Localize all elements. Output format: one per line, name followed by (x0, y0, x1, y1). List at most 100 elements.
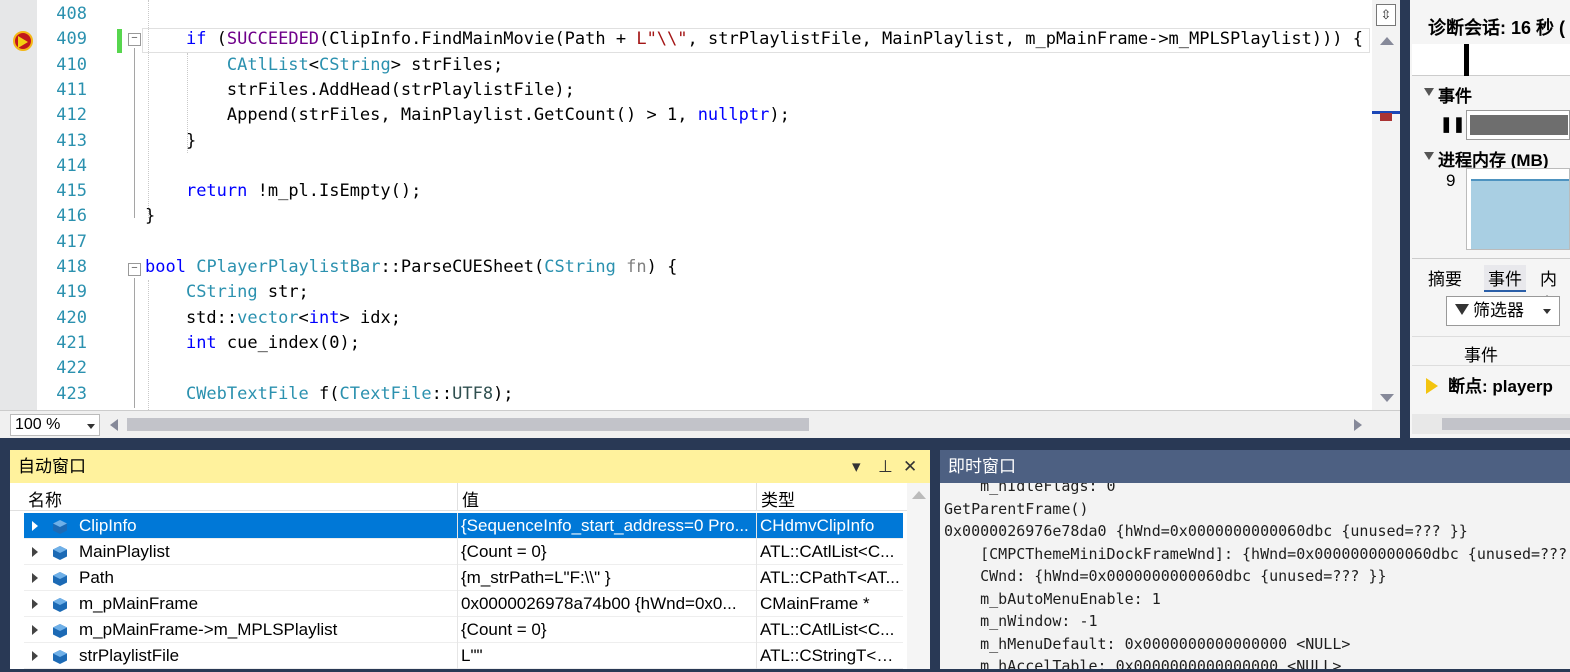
autos-row[interactable]: ClipInfo {SequenceInfo_start_address=0 Pr… (24, 513, 903, 539)
variable-value[interactable]: {SequenceInfo_start_address=0 Pro... (461, 513, 756, 538)
scroll-down-icon[interactable] (1380, 394, 1394, 402)
horizontal-scrollbar[interactable] (1412, 414, 1570, 434)
window-position-icon[interactable]: ▾ (852, 450, 861, 483)
variable-name: m_pMainFrame->m_MPLSPlaylist (79, 620, 338, 639)
scroll-left-icon[interactable] (110, 419, 118, 431)
code-editor[interactable]: 408 409 410 411 412 413 414 415 416 417 418 419 420 4… (0, 0, 1400, 438)
collapse-icon[interactable]: − (128, 263, 141, 276)
code-line[interactable]: CAtlList<CString> strFiles; (145, 53, 503, 78)
code-line[interactable]: CString str; (145, 280, 309, 305)
outline-line (134, 48, 135, 218)
column-header-type[interactable]: 类型 (761, 486, 795, 511)
code-line[interactable]: Append(strFiles, MainPlaylist.GetCount()… (145, 103, 790, 128)
expand-arrow-icon[interactable] (32, 599, 38, 609)
expand-arrow-icon[interactable] (32, 573, 38, 583)
zoom-dropdown[interactable]: 100 % (10, 414, 100, 436)
variable-object-icon (52, 569, 68, 586)
variable-value[interactable]: {m_strPath=L"F:\\" } (461, 565, 756, 590)
expand-arrow-icon[interactable] (32, 547, 38, 557)
zoom-value: 100 % (15, 416, 61, 433)
close-icon[interactable]: ✕ (903, 450, 917, 483)
code-line[interactable]: CWebTextFile f(CTextFile::UTF8); (145, 382, 514, 407)
autos-row[interactable]: MainPlaylist {Count = 0} ATL::CAtlList<C..… (24, 539, 903, 565)
code-line[interactable]: std::vector<int> idx; (145, 306, 401, 331)
autos-title-bar: 自动窗口 ▾ ⊥ ✕ (10, 450, 930, 483)
expand-arrow-icon[interactable] (32, 651, 38, 661)
variable-value[interactable]: L"" (461, 643, 756, 668)
autos-row[interactable]: m_pMainFrame 0x0000026978a74b00 {hWnd=0x0… (24, 591, 903, 617)
timeline-marker (1464, 44, 1469, 76)
code-line[interactable]: } (145, 129, 196, 154)
line-number: 414 (56, 155, 87, 176)
variable-type: CHdmvClipInfo (760, 516, 875, 535)
autos-row[interactable]: m_pMainFrame->m_MPLSPlaylist {Count = 0} A… (24, 617, 903, 643)
tab-summary[interactable]: 摘要 (1428, 265, 1462, 290)
code-line[interactable]: int cue_index(0); (145, 331, 360, 356)
line-number: 408 (56, 4, 87, 24)
immediate-title: 即时窗口 (948, 457, 1016, 476)
line-number: 410 (56, 54, 87, 75)
variable-value[interactable]: {Count = 0} (461, 617, 756, 642)
diagnostic-tools-panel: 诊断会话: 16 秒 ( 事件 ❚❚ 进程内存 (MB) 9 摘要 事件 内存 … (1410, 0, 1570, 438)
pin-icon[interactable]: ⊥ (878, 450, 893, 483)
scroll-right-icon[interactable] (1354, 419, 1362, 431)
code-line[interactable]: if (SUCCEEDED(ClipInfo.FindMainMovie(Pat… (145, 27, 1363, 52)
line-number: 420 (56, 307, 87, 328)
code-line[interactable]: return !m_pl.IsEmpty(); (145, 179, 421, 204)
collapse-triangle-icon[interactable] (1424, 152, 1434, 160)
events-track (1466, 110, 1570, 140)
variable-name: MainPlaylist (79, 542, 170, 561)
indicator-margin[interactable] (0, 0, 37, 410)
variable-object-icon (52, 647, 68, 664)
horizontal-scrollbar[interactable]: 100 % (0, 410, 1400, 438)
scroll-thumb[interactable] (127, 418, 809, 431)
variable-object-icon (52, 517, 68, 534)
line-number: 412 (56, 105, 87, 126)
scroll-up-icon[interactable] (912, 491, 926, 499)
vertical-scrollbar[interactable] (907, 483, 930, 669)
tab-events[interactable]: 事件 (1484, 265, 1526, 292)
collapse-triangle-icon[interactable] (1424, 88, 1434, 96)
pause-icon[interactable]: ❚❚ (1440, 115, 1465, 133)
variable-object-icon (52, 543, 68, 560)
code-line[interactable]: bool CPlayerPlaylistBar::ParseCUESheet(C… (145, 255, 677, 280)
expand-arrow-icon[interactable] (32, 625, 38, 635)
chevron-down-icon (1543, 309, 1551, 314)
vertical-scrollbar[interactable]: ⇳ (1372, 0, 1400, 410)
line-number: 422 (56, 358, 87, 379)
variable-value[interactable]: {Count = 0} (461, 539, 756, 564)
session-duration: 诊断会话: 16 秒 ( (1428, 18, 1566, 38)
immediate-line: CWnd: {hWnd=0x0000000000060dbc {unused=?… (944, 567, 1387, 585)
outline-line (134, 278, 135, 408)
code-text-area[interactable]: if (SUCCEEDED(ClipInfo.FindMainMovie(Pat… (145, 0, 1370, 410)
immediate-output[interactable]: m_nIdleFlags: 0 GetParentFrame() 0x0000026… (940, 483, 1570, 669)
scroll-thumb[interactable] (1442, 418, 1570, 430)
autos-row[interactable]: strPlaylistFile L"" ATL::CStringT<w... (24, 643, 903, 669)
breakpoint-arrow-icon (1426, 378, 1438, 394)
variable-name: ClipInfo (79, 516, 137, 535)
code-line[interactable]: } (145, 204, 155, 229)
breakpoint-current-statement-icon[interactable] (13, 31, 33, 51)
events-column-header[interactable]: 事件 (1412, 336, 1570, 366)
line-number: 418 (56, 257, 87, 277)
immediate-line: m_nIdleFlags: 0 (944, 483, 1116, 495)
breakpoint-marker (1380, 113, 1392, 121)
expand-arrow-icon[interactable] (32, 521, 38, 531)
immediate-line: m_bAutoMenuEnable: 1 (944, 589, 1161, 608)
event-row[interactable]: 断点: playerp (1426, 372, 1553, 397)
column-header-name[interactable]: 名称 (28, 486, 62, 511)
scroll-up-icon[interactable] (1380, 37, 1394, 45)
code-line[interactable]: strFiles.AddHead(strPlaylistFile); (145, 78, 575, 103)
line-number: 419 (56, 282, 87, 303)
filter-icon (1455, 304, 1469, 315)
column-header-value[interactable]: 值 (462, 486, 479, 511)
autos-row[interactable]: Path {m_strPath=L"F:\\" } ATL::CPathT<AT..… (24, 565, 903, 591)
variable-value[interactable]: 0x0000026978a74b00 {hWnd=0x0... (461, 591, 756, 616)
autos-window: 自动窗口 ▾ ⊥ ✕ 名称 值 类型 ClipInfo {SequenceInfo… (10, 450, 930, 669)
split-window-icon[interactable]: ⇳ (1376, 4, 1396, 26)
timeline-ruler[interactable] (1412, 44, 1570, 76)
collapse-icon[interactable]: − (128, 33, 141, 46)
events-column-label: 事件 (1464, 346, 1498, 365)
filter-button[interactable]: 筛选器 (1446, 296, 1560, 326)
line-number: 409 (56, 29, 87, 50)
